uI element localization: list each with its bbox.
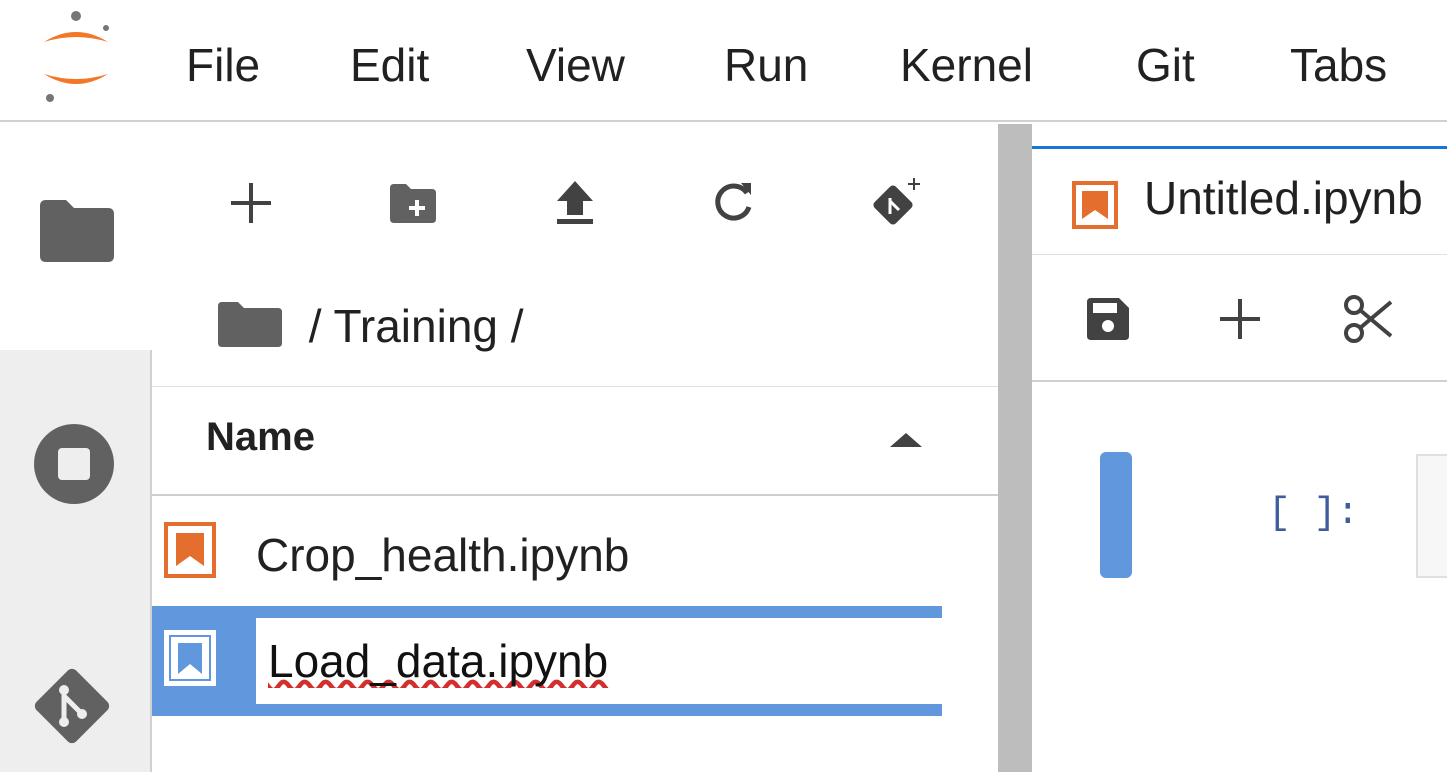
cell-input-prompt: [ ]: xyxy=(1268,492,1360,535)
column-header-name[interactable]: Name xyxy=(206,415,315,460)
rename-file-input[interactable] xyxy=(256,618,942,704)
upload-icon xyxy=(557,181,593,224)
new-launcher-button[interactable] xyxy=(216,168,286,238)
sort-ascending-icon[interactable] xyxy=(890,433,922,447)
file-row[interactable]: Crop_health.ipynb xyxy=(152,498,942,608)
git-clone-icon xyxy=(873,178,920,225)
insert-cell-button[interactable] xyxy=(1208,287,1272,351)
file-list-header: Name xyxy=(152,386,998,496)
activity-bar xyxy=(0,124,152,772)
breadcrumb-path[interactable]: / Training / xyxy=(296,299,524,353)
cell-collapser[interactable] xyxy=(1100,452,1132,578)
tab-file-browser[interactable] xyxy=(0,124,152,350)
menu-edit[interactable]: Edit xyxy=(350,30,429,100)
menu-tabs[interactable]: Tabs xyxy=(1290,30,1387,100)
jupyter-logo-icon[interactable] xyxy=(36,8,116,108)
notebook-icon xyxy=(164,630,216,691)
menu-bar: File Edit View Run Kernel Git Tabs xyxy=(0,0,1447,122)
tab-title: Untitled.ipynb xyxy=(1144,172,1423,224)
git-icon[interactable] xyxy=(30,664,114,753)
upload-button[interactable] xyxy=(540,168,610,238)
tab-untitled-notebook[interactable]: Untitled.ipynb xyxy=(1032,146,1447,254)
refresh-icon xyxy=(715,183,752,221)
notebook-icon xyxy=(1072,181,1118,234)
git-clone-button[interactable] xyxy=(862,168,932,238)
code-cell-editor[interactable] xyxy=(1416,454,1447,578)
save-icon xyxy=(1087,298,1129,340)
plus-icon xyxy=(1220,299,1260,339)
cut-button[interactable] xyxy=(1336,287,1400,351)
file-row-selected[interactable] xyxy=(152,606,942,716)
menu-git[interactable]: Git xyxy=(1136,30,1195,100)
new-folder-icon xyxy=(390,184,436,223)
notebook-toolbar xyxy=(1032,254,1447,382)
cut-icon xyxy=(1344,295,1393,343)
notebook-panel: Untitled.ipynb [ ]: xyxy=(1032,124,1447,772)
menu-view[interactable]: View xyxy=(526,30,625,100)
new-folder-button[interactable] xyxy=(378,168,448,238)
file-browser-panel: / Training / Name Crop_health.ipynb xyxy=(152,124,998,772)
folder-icon xyxy=(40,198,114,269)
file-name: Crop_health.ipynb xyxy=(256,529,630,581)
breadcrumb: / Training / xyxy=(218,294,524,358)
refresh-button[interactable] xyxy=(698,168,768,238)
save-button[interactable] xyxy=(1076,287,1140,351)
menu-run[interactable]: Run xyxy=(724,30,808,100)
panel-splitter[interactable] xyxy=(998,124,1032,772)
menu-file[interactable]: File xyxy=(186,30,260,100)
notebook-icon xyxy=(164,522,216,583)
plus-icon xyxy=(231,183,271,223)
stop-circle-icon[interactable] xyxy=(32,422,116,511)
menu-kernel[interactable]: Kernel xyxy=(900,30,1033,100)
home-folder-icon[interactable] xyxy=(218,301,282,352)
